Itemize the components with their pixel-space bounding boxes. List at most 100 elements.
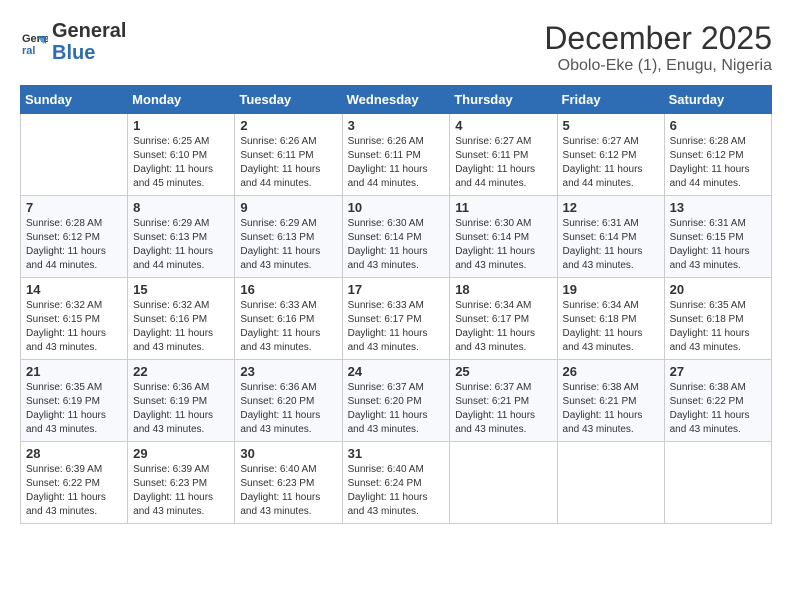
logo-icon: Gene ral	[20, 28, 48, 56]
day-info: Sunrise: 6:33 AM Sunset: 6:16 PM Dayligh…	[240, 299, 336, 355]
calendar-cell: 6 Sunrise: 6:28 AM Sunset: 6:12 PM Daylig…	[664, 114, 771, 196]
calendar-cell: 28Sunrise: 6:39 AM Sunset: 6:22 PM Dayli…	[21, 442, 128, 524]
day-number: 18	[455, 282, 551, 297]
calendar-cell: 8 Sunrise: 6:29 AM Sunset: 6:13 PM Daylig…	[128, 196, 235, 278]
day-info: Sunrise: 6:38 AM Sunset: 6:22 PM Dayligh…	[670, 381, 766, 437]
day-info: Sunrise: 6:39 AM Sunset: 6:23 PM Dayligh…	[133, 463, 229, 519]
day-info: Sunrise: 6:26 AM Sunset: 6:11 PM Dayligh…	[240, 135, 336, 191]
logo: Gene ral General Blue	[20, 20, 126, 64]
day-number: 27	[670, 364, 766, 379]
calendar-cell: 18 Sunrise: 6:34 AM Sunset: 6:17 PM Dayli…	[450, 278, 557, 360]
calendar-cell: 1 Sunrise: 6:25 AM Sunset: 6:10 PM Daylig…	[128, 114, 235, 196]
calendar: SundayMondayTuesdayWednesdayThursdayFrid…	[20, 85, 772, 524]
day-info: Sunrise: 6:36 AM Sunset: 6:20 PM Dayligh…	[240, 381, 336, 437]
day-number: 11	[455, 200, 551, 215]
day-number: 13	[670, 200, 766, 215]
day-number: 6	[670, 118, 766, 133]
day-number: 26	[563, 364, 659, 379]
calendar-cell: 24 Sunrise: 6:37 AM Sunset: 6:20 PM Dayli…	[342, 360, 450, 442]
calendar-header-row: SundayMondayTuesdayWednesdayThursdayFrid…	[21, 86, 772, 114]
calendar-week-5: 28Sunrise: 6:39 AM Sunset: 6:22 PM Dayli…	[21, 442, 772, 524]
day-number: 7	[26, 200, 122, 215]
page-header: Gene ral General Blue December 2025 Obol…	[20, 20, 772, 75]
day-info: Sunrise: 6:28 AM Sunset: 6:12 PM Dayligh…	[670, 135, 766, 191]
day-number: 30	[240, 446, 336, 461]
weekday-header-monday: Monday	[128, 86, 235, 114]
day-info: Sunrise: 6:32 AM Sunset: 6:15 PM Dayligh…	[26, 299, 122, 355]
calendar-cell: 20 Sunrise: 6:35 AM Sunset: 6:18 PM Dayli…	[664, 278, 771, 360]
svg-text:ral: ral	[22, 45, 35, 56]
calendar-cell: 5 Sunrise: 6:27 AM Sunset: 6:12 PM Daylig…	[557, 114, 664, 196]
day-number: 2	[240, 118, 336, 133]
day-number: 22	[133, 364, 229, 379]
day-info: Sunrise: 6:26 AM Sunset: 6:11 PM Dayligh…	[348, 135, 445, 191]
day-info: Sunrise: 6:34 AM Sunset: 6:18 PM Dayligh…	[563, 299, 659, 355]
calendar-cell	[21, 114, 128, 196]
calendar-cell: 26 Sunrise: 6:38 AM Sunset: 6:21 PM Dayli…	[557, 360, 664, 442]
calendar-cell: 7 Sunrise: 6:28 AM Sunset: 6:12 PM Daylig…	[21, 196, 128, 278]
day-number: 29	[133, 446, 229, 461]
day-info: Sunrise: 6:40 AM Sunset: 6:23 PM Dayligh…	[240, 463, 336, 519]
day-number: 5	[563, 118, 659, 133]
calendar-cell: 31Sunrise: 6:40 AM Sunset: 6:24 PM Dayli…	[342, 442, 450, 524]
calendar-week-3: 14 Sunrise: 6:32 AM Sunset: 6:15 PM Dayli…	[21, 278, 772, 360]
day-info: Sunrise: 6:31 AM Sunset: 6:15 PM Dayligh…	[670, 217, 766, 273]
day-info: Sunrise: 6:30 AM Sunset: 6:14 PM Dayligh…	[348, 217, 445, 273]
location-title: Obolo-Eke (1), Enugu, Nigeria	[544, 57, 772, 75]
day-number: 8	[133, 200, 229, 215]
calendar-cell: 16 Sunrise: 6:33 AM Sunset: 6:16 PM Dayli…	[235, 278, 342, 360]
day-info: Sunrise: 6:27 AM Sunset: 6:12 PM Dayligh…	[563, 135, 659, 191]
weekday-header-tuesday: Tuesday	[235, 86, 342, 114]
day-number: 21	[26, 364, 122, 379]
calendar-cell: 29 Sunrise: 6:39 AM Sunset: 6:23 PM Dayli…	[128, 442, 235, 524]
day-info: Sunrise: 6:38 AM Sunset: 6:21 PM Dayligh…	[563, 381, 659, 437]
calendar-cell: 27 Sunrise: 6:38 AM Sunset: 6:22 PM Dayli…	[664, 360, 771, 442]
calendar-cell: 13 Sunrise: 6:31 AM Sunset: 6:15 PM Dayli…	[664, 196, 771, 278]
day-number: 23	[240, 364, 336, 379]
day-number: 14	[26, 282, 122, 297]
calendar-cell	[664, 442, 771, 524]
day-number: 25	[455, 364, 551, 379]
day-info: Sunrise: 6:35 AM Sunset: 6:19 PM Dayligh…	[26, 381, 122, 437]
day-info: Sunrise: 6:37 AM Sunset: 6:21 PM Dayligh…	[455, 381, 551, 437]
day-number: 1	[133, 118, 229, 133]
day-number: 15	[133, 282, 229, 297]
calendar-cell: 25 Sunrise: 6:37 AM Sunset: 6:21 PM Dayli…	[450, 360, 557, 442]
weekday-header-saturday: Saturday	[664, 86, 771, 114]
day-info: Sunrise: 6:35 AM Sunset: 6:18 PM Dayligh…	[670, 299, 766, 355]
day-info: Sunrise: 6:40 AM Sunset: 6:24 PM Dayligh…	[348, 463, 445, 519]
day-info: Sunrise: 6:32 AM Sunset: 6:16 PM Dayligh…	[133, 299, 229, 355]
day-number: 24	[348, 364, 445, 379]
calendar-week-4: 21 Sunrise: 6:35 AM Sunset: 6:19 PM Dayli…	[21, 360, 772, 442]
day-info: Sunrise: 6:37 AM Sunset: 6:20 PM Dayligh…	[348, 381, 445, 437]
calendar-cell: 9Sunrise: 6:29 AM Sunset: 6:13 PM Daylig…	[235, 196, 342, 278]
logo-general: General	[52, 20, 126, 42]
day-info: Sunrise: 6:33 AM Sunset: 6:17 PM Dayligh…	[348, 299, 445, 355]
day-number: 12	[563, 200, 659, 215]
logo-text: General Blue	[52, 20, 126, 64]
weekday-header-wednesday: Wednesday	[342, 86, 450, 114]
day-number: 19	[563, 282, 659, 297]
weekday-header-thursday: Thursday	[450, 86, 557, 114]
day-number: 4	[455, 118, 551, 133]
day-info: Sunrise: 6:34 AM Sunset: 6:17 PM Dayligh…	[455, 299, 551, 355]
title-block: December 2025 Obolo-Eke (1), Enugu, Nige…	[544, 20, 772, 75]
calendar-cell: 15 Sunrise: 6:32 AM Sunset: 6:16 PM Dayli…	[128, 278, 235, 360]
weekday-header-sunday: Sunday	[21, 86, 128, 114]
day-info: Sunrise: 6:30 AM Sunset: 6:14 PM Dayligh…	[455, 217, 551, 273]
calendar-cell	[450, 442, 557, 524]
day-number: 20	[670, 282, 766, 297]
day-info: Sunrise: 6:29 AM Sunset: 6:13 PM Dayligh…	[133, 217, 229, 273]
calendar-cell: 14 Sunrise: 6:32 AM Sunset: 6:15 PM Dayli…	[21, 278, 128, 360]
calendar-cell: 10 Sunrise: 6:30 AM Sunset: 6:14 PM Dayli…	[342, 196, 450, 278]
day-info: Sunrise: 6:36 AM Sunset: 6:19 PM Dayligh…	[133, 381, 229, 437]
day-number: 16	[240, 282, 336, 297]
day-info: Sunrise: 6:28 AM Sunset: 6:12 PM Dayligh…	[26, 217, 122, 273]
calendar-cell: 11 Sunrise: 6:30 AM Sunset: 6:14 PM Dayli…	[450, 196, 557, 278]
day-number: 10	[348, 200, 445, 215]
logo-blue: Blue	[52, 42, 95, 64]
weekday-header-friday: Friday	[557, 86, 664, 114]
calendar-week-1: 1 Sunrise: 6:25 AM Sunset: 6:10 PM Daylig…	[21, 114, 772, 196]
calendar-cell: 21 Sunrise: 6:35 AM Sunset: 6:19 PM Dayli…	[21, 360, 128, 442]
day-info: Sunrise: 6:25 AM Sunset: 6:10 PM Dayligh…	[133, 135, 229, 191]
